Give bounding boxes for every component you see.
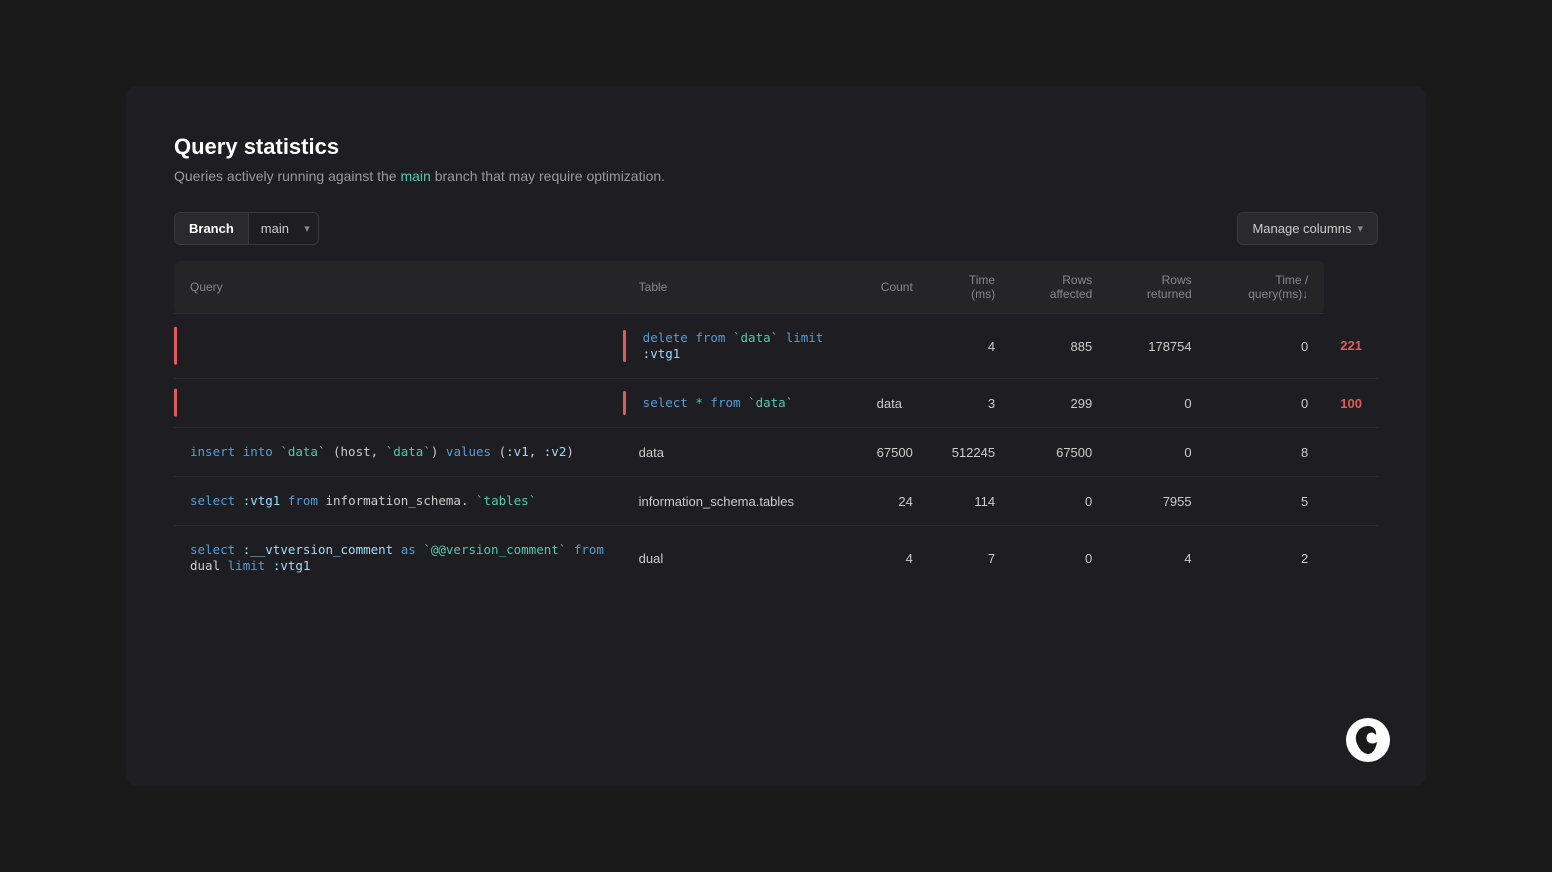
time-query-cell: 8 xyxy=(1208,428,1325,477)
branch-select[interactable]: main xyxy=(249,213,318,244)
col-header-count: Count xyxy=(861,261,929,314)
page-subtitle: Queries actively running against the mai… xyxy=(174,168,1378,184)
rows-returned-cell: 0 xyxy=(1208,314,1325,379)
subtitle-branch: main xyxy=(400,168,430,184)
table-name-cell: data xyxy=(623,428,861,477)
branch-selector: Branch main ▾ xyxy=(174,212,319,245)
count-cell: 3 xyxy=(929,379,1011,428)
table-header-row: Query Table Count Time (ms) Rows affecte… xyxy=(174,261,1378,314)
rows-affected-cell: 0 xyxy=(1011,477,1108,526)
query-stats-table: Query Table Count Time (ms) Rows affecte… xyxy=(174,261,1378,590)
col-header-time-query: Time / query(ms)↓ xyxy=(1208,261,1325,314)
table-name-cell: data xyxy=(861,379,929,428)
count-cell: 24 xyxy=(861,477,929,526)
time-cell: 114 xyxy=(929,477,1011,526)
time-query-cell: 5 xyxy=(1208,477,1325,526)
count-cell: 4 xyxy=(861,526,929,591)
query-cell: delete from `data` limit :vtg1 xyxy=(623,314,861,379)
manage-columns-label: Manage columns xyxy=(1252,221,1351,236)
table-name-cell: dual xyxy=(623,526,861,591)
logo xyxy=(1346,718,1390,762)
table-row: delete from `data` limit :vtg1 4 885 178… xyxy=(174,314,1378,379)
count-cell: 4 xyxy=(929,314,1011,379)
table-row: select :vtg1 from information_schema. `t… xyxy=(174,477,1378,526)
table-name-cell: information_schema.tables xyxy=(623,477,861,526)
rows-returned-cell: 4 xyxy=(1108,526,1207,591)
query-cell: select * from `data` xyxy=(623,379,861,428)
rows-affected-cell: 0 xyxy=(1108,379,1207,428)
manage-columns-button[interactable]: Manage columns ▾ xyxy=(1237,212,1378,245)
col-header-time: Time (ms) xyxy=(929,261,1011,314)
chevron-down-icon: ▾ xyxy=(1357,222,1363,235)
branch-label: Branch xyxy=(175,213,249,244)
time-cell: 299 xyxy=(1011,379,1108,428)
col-header-query: Query xyxy=(174,261,623,314)
col-header-table: Table xyxy=(623,261,861,314)
query-cell: select :__vtversion_comment as `@@versio… xyxy=(174,526,623,591)
rows-returned-cell: 0 xyxy=(1208,379,1325,428)
count-cell: 67500 xyxy=(861,428,929,477)
time-query-cell: 221 xyxy=(1324,314,1378,379)
query-cell: select :vtg1 from information_schema. `t… xyxy=(174,477,623,526)
table-row: select * from `data` data 3 299 0 0 100 xyxy=(174,379,1378,428)
page-title: Query statistics xyxy=(174,134,1378,160)
time-query-cell: 100 xyxy=(1324,379,1378,428)
col-header-rows-affected: Rows affected xyxy=(1011,261,1108,314)
query-cell: insert into `data` (host, `data`) values… xyxy=(174,428,623,477)
rows-affected-cell: 0 xyxy=(1011,526,1108,591)
subtitle-pre: Queries actively running against the xyxy=(174,168,400,184)
rows-affected-cell: 178754 xyxy=(1108,314,1207,379)
time-query-cell: 2 xyxy=(1208,526,1325,591)
rows-returned-cell: 7955 xyxy=(1108,477,1207,526)
col-header-rows-returned: Rows returned xyxy=(1108,261,1207,314)
table-name-cell xyxy=(861,314,929,379)
time-cell: 7 xyxy=(929,526,1011,591)
branch-select-wrapper: main ▾ xyxy=(249,213,318,244)
subtitle-post: branch that may require optimization. xyxy=(431,168,665,184)
time-cell: 512245 xyxy=(929,428,1011,477)
table-row: select :__vtversion_comment as `@@versio… xyxy=(174,526,1378,591)
rows-returned-cell: 0 xyxy=(1108,428,1207,477)
toolbar: Branch main ▾ Manage columns ▾ xyxy=(174,212,1378,245)
table-row: insert into `data` (host, `data`) values… xyxy=(174,428,1378,477)
time-cell: 885 xyxy=(1011,314,1108,379)
main-window: Query statistics Queries actively runnin… xyxy=(126,86,1426,786)
rows-affected-cell: 67500 xyxy=(1011,428,1108,477)
